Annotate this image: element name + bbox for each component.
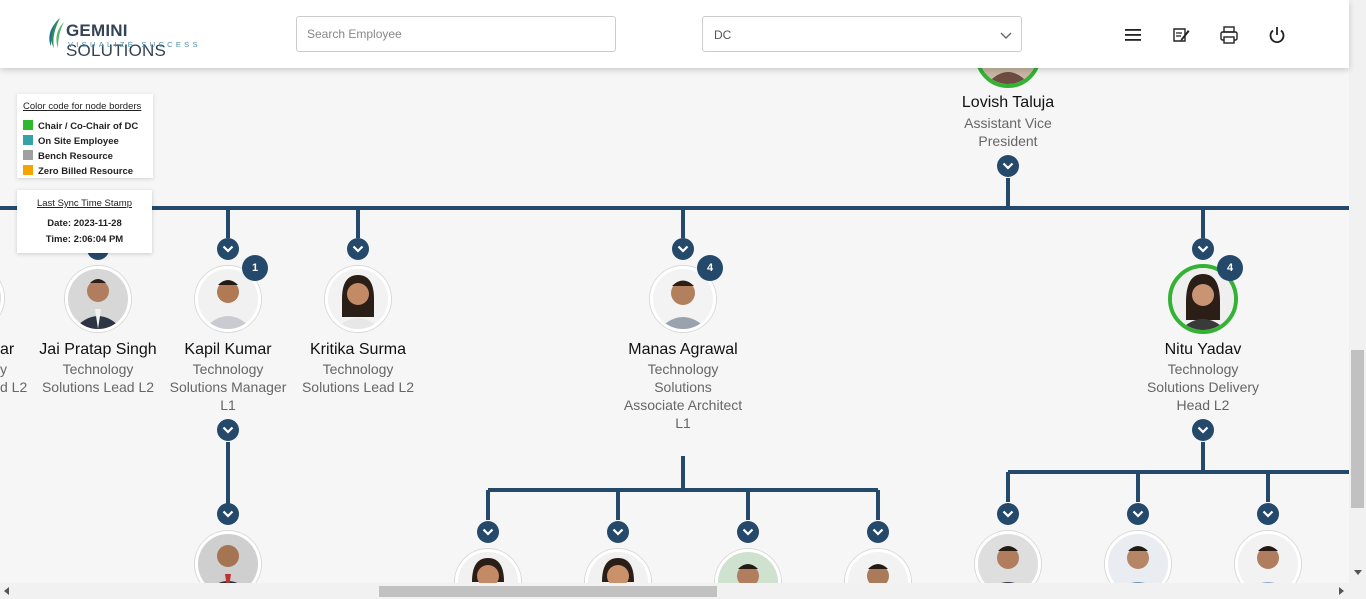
top-header: GEMINI SOLUTIONS VISUALIZE SUCCESS DC [0, 0, 1349, 68]
node-name-partial[interactable]: ar [0, 341, 14, 359]
node-designation: Solutions Delivery [1146, 379, 1260, 395]
scroll-right-arrow[interactable] [1339, 587, 1344, 595]
report-count-badge-kapil-kumar: 1 [242, 255, 268, 281]
gemini-logo[interactable]: GEMINI SOLUTIONS VISUALIZE SUCCESS [46, 16, 216, 60]
legend-title: Color code for node borders [23, 101, 142, 112]
expand-toggle-child[interactable] [867, 521, 889, 543]
expand-toggle-manas-agrawal[interactable] [672, 238, 694, 260]
chevron-down-icon [1002, 162, 1014, 170]
expand-toggle-child[interactable] [737, 521, 759, 543]
chevron-down-icon [352, 245, 364, 253]
chevron-down-icon [1197, 245, 1209, 253]
node-department: Technology [322, 361, 394, 377]
chevron-down-icon [482, 528, 494, 536]
org-chart-canvas[interactable]: Lovish Taluja Assistant Vice President a… [0, 68, 1349, 583]
notes-edit-icon[interactable] [1170, 24, 1192, 46]
node-title-line: Assistant Vice [964, 115, 1052, 131]
chevron-down-icon [612, 528, 624, 536]
avatar-kritika-surma[interactable] [325, 266, 391, 332]
expand-toggle-child[interactable] [217, 503, 239, 525]
node-designation: Solutions Manager [169, 379, 287, 395]
legend-item-chair: Chair / Co-Chair of DC [23, 120, 138, 132]
node-designation: Head L2 [1176, 397, 1230, 413]
last-sync-box: Last Sync Time Stamp Date: 2023-11-28 Ti… [17, 190, 152, 253]
chevron-down-icon [742, 528, 754, 536]
collapse-toggle-kapil-kumar[interactable] [217, 419, 239, 441]
chevron-down-icon [1262, 510, 1274, 518]
expand-toggle-child[interactable] [1127, 503, 1149, 525]
expand-toggle-kapil-kumar[interactable] [217, 238, 239, 260]
chevron-down-icon [222, 426, 234, 434]
node-title-partial: y [0, 361, 7, 377]
expand-toggle-nitu-yadav[interactable] [1192, 238, 1214, 260]
sync-title: Last Sync Time Stamp [36, 198, 133, 209]
report-count-badge-manas-agrawal: 4 [697, 255, 723, 281]
collapse-toggle-lovish-taluja[interactable] [997, 155, 1019, 177]
node-department: Technology [1167, 361, 1239, 377]
chevron-down-icon [1132, 510, 1144, 518]
menu-icon[interactable] [1122, 24, 1144, 46]
expand-toggle-kritika-surma[interactable] [347, 238, 369, 260]
node-department: Technology [62, 361, 134, 377]
node-name-kritika-surma[interactable]: Kritika Surma [288, 341, 428, 359]
node-name-kapil-kumar[interactable]: Kapil Kumar [158, 341, 298, 359]
avatar-jai-pratap-singh[interactable] [65, 266, 131, 332]
node-name-nitu-yadav[interactable]: Nitu Yadav [1133, 341, 1273, 359]
expand-toggle-child[interactable] [1257, 503, 1279, 525]
report-count-badge-nitu-yadav: 4 [1217, 255, 1243, 281]
search-employee-input[interactable] [296, 16, 616, 52]
legend-swatch [23, 135, 33, 145]
node-name-lovish-taluja[interactable]: Lovish Taluja [938, 94, 1078, 112]
node-name-jai-pratap-singh[interactable]: Jai Pratap Singh [28, 341, 168, 359]
legend-item-zero-billed: Zero Billed Resource [23, 165, 133, 177]
department-select[interactable]: DC [702, 16, 1022, 52]
chevron-down-icon [677, 245, 689, 253]
sync-time: Time: 2:06:04 PM [45, 234, 124, 245]
expand-toggle-child[interactable] [477, 521, 499, 543]
vertical-scroll-thumb[interactable] [1351, 350, 1364, 508]
scroll-left-arrow[interactable] [4, 587, 9, 595]
chevron-down-icon [222, 245, 234, 253]
chevron-down-icon [222, 510, 234, 518]
chevron-down-icon [1197, 426, 1209, 434]
node-designation: L1 [675, 415, 691, 431]
node-title-line: President [978, 133, 1038, 149]
node-department: Technology [192, 361, 264, 377]
expand-toggle-child[interactable] [997, 503, 1019, 525]
node-title-partial: d L2 [0, 379, 28, 395]
node-name-manas-agrawal[interactable]: Manas Agrawal [613, 341, 753, 359]
node-department: Technology [647, 361, 719, 377]
legend-item-bench: Bench Resource [23, 150, 113, 162]
leaf-logo-icon [49, 18, 64, 48]
node-designation: Associate Architect [623, 397, 743, 413]
chevron-down-icon [1000, 32, 1012, 39]
node-designation: Solutions Lead L2 [41, 379, 155, 395]
node-designation: Solutions Lead L2 [301, 379, 415, 395]
sync-date: Date: 2023-11-28 [47, 218, 122, 229]
department-selected-value: DC [714, 28, 732, 42]
chevron-down-icon [872, 528, 884, 536]
power-icon[interactable] [1266, 24, 1288, 46]
legend-swatch [23, 120, 33, 130]
node-designation: L1 [220, 397, 236, 413]
chevron-down-icon [1002, 510, 1014, 518]
node-designation: Solutions [654, 379, 712, 395]
border-color-legend: Color code for node borders Chair / Co-C… [17, 94, 153, 178]
horizontal-scroll-thumb[interactable] [379, 586, 717, 597]
scroll-down-arrow[interactable] [1354, 570, 1362, 575]
collapse-toggle-nitu-yadav[interactable] [1192, 419, 1214, 441]
expand-toggle-child[interactable] [607, 521, 629, 543]
logo-tagline: VISUALIZE SUCCESS [68, 40, 201, 49]
legend-item-onsite: On Site Employee [23, 135, 119, 147]
legend-swatch [23, 150, 33, 160]
legend-swatch [23, 165, 33, 175]
print-icon[interactable] [1218, 24, 1240, 46]
